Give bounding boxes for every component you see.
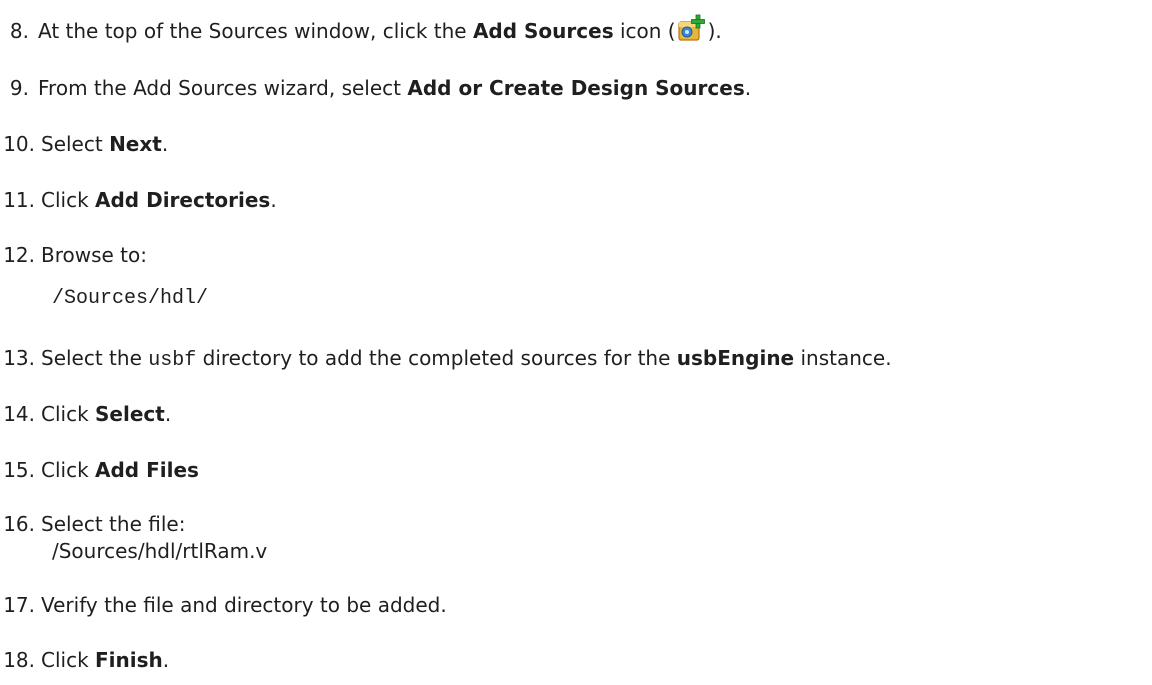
step-text: Click (41, 458, 96, 482)
step-17: 17. Verify the file and directory to be a… (0, 591, 447, 619)
step-text: Click (41, 648, 96, 672)
step-16: 16. Select the file: (0, 510, 185, 538)
path-code: /Sources/hdl/ (52, 287, 209, 310)
step-15: 15. Click Add Files (0, 456, 199, 484)
step-11: 11. Click Add Directories. (0, 186, 277, 214)
step-emphasis: usbEngine (676, 346, 795, 370)
step-text-mid: directory to add the completed sources f… (196, 346, 677, 370)
step-number: 9. (9, 76, 29, 100)
file-path: /Sources/hdl/rtlRam.v (52, 539, 268, 563)
step-text-post: . (164, 402, 172, 426)
step-text-post: instance. (794, 346, 892, 370)
inline-code: usbf (148, 349, 197, 372)
step-text-post: ). (707, 19, 722, 43)
step-text-mid: icon ( (613, 19, 676, 43)
add-sources-icon (677, 14, 707, 44)
step-18: 18. Click Finish. (0, 646, 169, 674)
step-number: 11. (3, 188, 35, 212)
step-emphasis: Select (95, 402, 165, 426)
step-13: 13. Select the usbf directory to add the … (0, 344, 892, 375)
step-12: 12. Browse to: (0, 241, 147, 269)
step-text-post: . (161, 132, 169, 156)
step-text: Select the (41, 346, 149, 370)
step-number: 16. (3, 512, 35, 536)
step-emphasis: Add Directories (95, 188, 271, 212)
step-emphasis: Next (109, 132, 162, 156)
step-9: 9. From the Add Sources wizard, select Ad… (0, 74, 751, 102)
step-text: Verify the file and directory to be adde… (41, 593, 447, 617)
step-emphasis: Add or Create Design Sources (407, 76, 745, 100)
step-text: Select the file: (41, 512, 186, 536)
step-14: 14. Click Select. (0, 400, 171, 428)
step-number: 10. (3, 132, 35, 156)
step-10: 10. Select Next. (0, 130, 168, 158)
step-text: Click (41, 188, 96, 212)
step-number: 8. (9, 19, 29, 43)
step-text: From the Add Sources wizard, select (38, 76, 408, 100)
step-emphasis: Add Files (95, 458, 199, 482)
step-number: 12. (3, 243, 35, 267)
step-emphasis: Finish (95, 648, 163, 672)
step-number: 14. (3, 402, 35, 426)
step-text: Browse to: (41, 243, 147, 267)
step-text: At the top of the Sources window, click … (38, 19, 473, 43)
step-number: 15. (3, 458, 35, 482)
step-text-post: . (162, 648, 170, 672)
step-emphasis: Add Sources (472, 19, 614, 43)
step-8: 8. At the top of the Sources window, clic… (0, 14, 722, 45)
instruction-document: 8. At the top of the Sources window, clic… (0, 0, 1152, 685)
step-number: 17. (3, 593, 35, 617)
step-text-post: . (744, 76, 752, 100)
step-text: Select (41, 132, 110, 156)
step-text: Click (41, 402, 96, 426)
step-text-post: . (270, 188, 277, 212)
step-number: 13. (3, 346, 35, 370)
step-number: 18. (3, 648, 35, 672)
